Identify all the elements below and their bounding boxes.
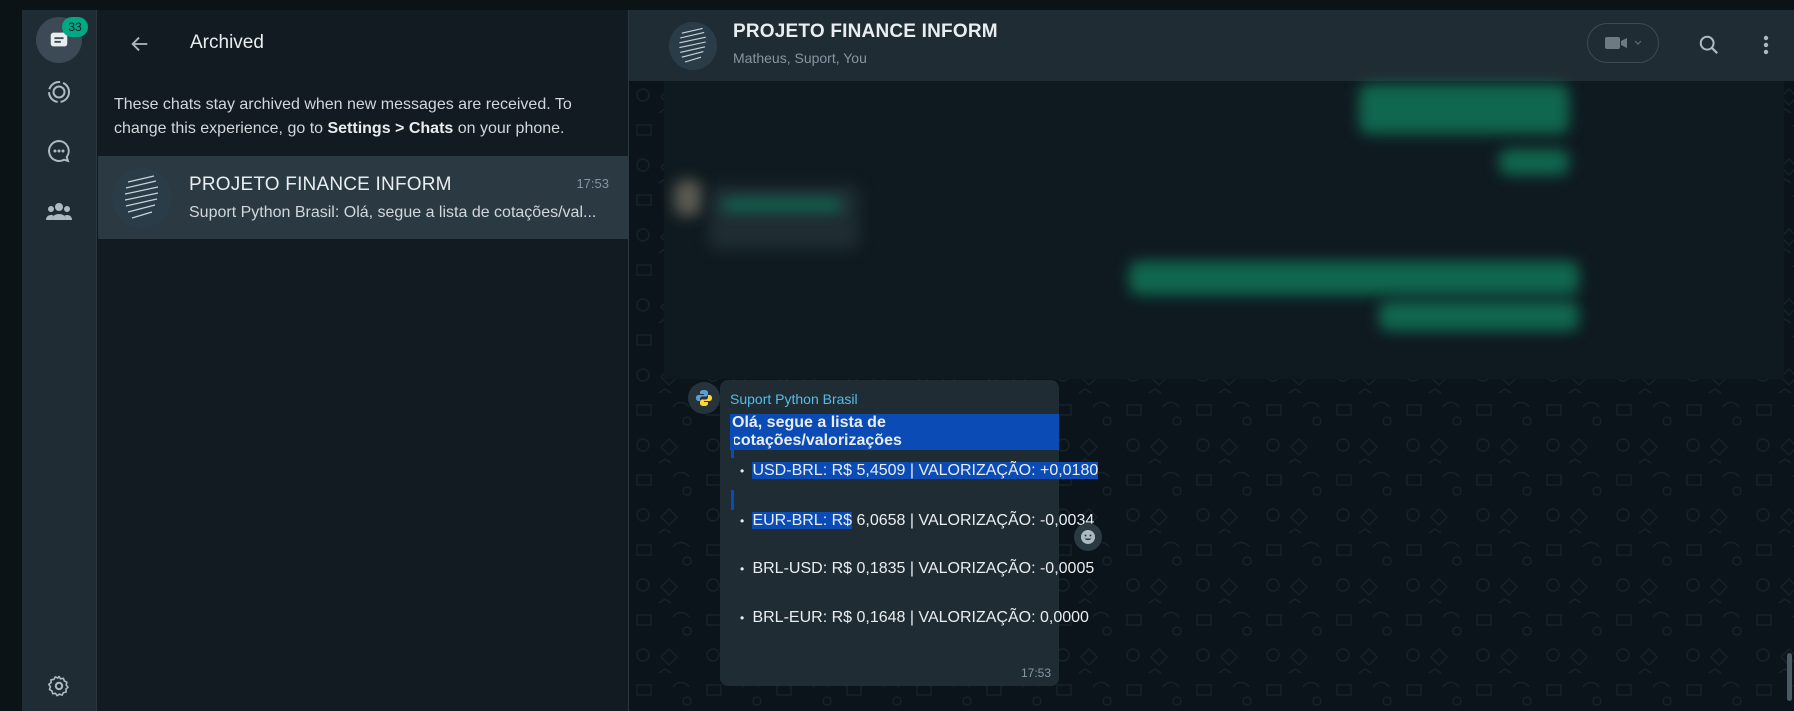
message-bubble[interactable]: Suport Python Brasil Olá, segue a lista …: [720, 380, 1099, 686]
info-separator: >: [390, 120, 409, 137]
channels-icon: [48, 139, 70, 163]
conversation-panel: PROJETO FINANCE INFORM Matheus, Suport, …: [629, 10, 1794, 711]
channels-button[interactable]: [36, 128, 82, 174]
search-button[interactable]: [1692, 28, 1726, 62]
chat-time: 17:53: [576, 176, 609, 191]
quote-line-brl-usd: • BRL-USD: R$ 0,1835 | VALORIZAÇÃO: -0,0…: [740, 560, 1094, 578]
blurred-message: [1379, 301, 1579, 331]
back-arrow-icon: [131, 36, 148, 52]
group-avatar-icon: [112, 168, 172, 228]
menu-button[interactable]: [1749, 28, 1783, 62]
communities-icon: [46, 203, 72, 220]
bullet: •: [740, 562, 745, 576]
status-button[interactable]: [36, 69, 82, 115]
navigation-rail: 33: [22, 10, 97, 711]
blurred-message: [1499, 149, 1569, 175]
unread-badge: 33: [62, 17, 88, 37]
archived-header: Archived: [98, 10, 629, 75]
conversation-title: PROJETO FINANCE INFORM: [733, 21, 998, 42]
quote-line-brl-eur: • BRL-EUR: R$ 0,1648 | VALORIZAÇÃO: 0,00…: [740, 609, 1089, 627]
conversation-avatar[interactable]: [669, 22, 717, 70]
settings-icon: [48, 675, 69, 697]
message-greeting: Olá, segue a lista de cotações/valorizaç…: [730, 414, 1059, 450]
video-camera-icon: [1605, 37, 1627, 49]
selection-marker: [731, 438, 734, 458]
blurred-text: [722, 199, 842, 211]
scrollbar[interactable]: [1787, 653, 1792, 701]
quote-text: BRL-EUR: R$ 0,1648 | VALORIZAÇÃO: 0,0000: [752, 609, 1089, 626]
chevron-down-icon: [1634, 40, 1642, 45]
bullet: •: [740, 514, 745, 528]
conversation-participants: Matheus, Suport, You: [733, 50, 867, 66]
communities-button[interactable]: [36, 188, 82, 234]
quote-text: USD-BRL: R$ 5,4509 | VALORIZAÇÃO: +0,018…: [752, 462, 1099, 479]
emoji-icon: [1081, 530, 1095, 544]
selection-marker: [731, 490, 734, 510]
settings-button[interactable]: [36, 663, 82, 709]
chat-preview: Suport Python Brasil: Olá, segue a lista…: [189, 204, 597, 221]
blurred-messages-area: [664, 81, 1784, 379]
blurred-message: [709, 185, 859, 249]
conversation-header[interactable]: PROJETO FINANCE INFORM Matheus, Suport, …: [629, 10, 1794, 81]
archived-title: Archived: [190, 32, 264, 53]
bullet: •: [740, 611, 745, 625]
back-button[interactable]: [126, 30, 154, 58]
blurred-message: [1359, 84, 1569, 134]
quote-line-usd-brl: • USD-BRL: R$ 5,4509 | VALORIZAÇÃO: +0,0…: [740, 462, 1099, 480]
chat-list-item[interactable]: PROJETO FINANCE INFORM 17:53 Suport Pyth…: [98, 156, 629, 239]
blurred-avatar: [674, 180, 702, 216]
info-suffix: on your phone.: [453, 120, 565, 137]
quote-line-eur-brl: • EUR-BRL: R$ 6,0658 | VALORIZAÇÃO: -0,0…: [740, 512, 1094, 530]
react-button[interactable]: [1074, 523, 1102, 551]
sender-avatar[interactable]: [688, 382, 720, 414]
quote-text-rest: 6,0658 | VALORIZAÇÃO: -0,0034: [852, 512, 1095, 529]
info-settings: Settings: [327, 120, 391, 137]
group-avatar-icon: [669, 22, 717, 70]
quote-text: BRL-USD: R$ 0,1835 | VALORIZAÇÃO: -0,000…: [752, 560, 1095, 577]
group-avatar: [112, 168, 172, 228]
archived-panel: Archived These chats stay archived when …: [98, 10, 629, 711]
video-call-button[interactable]: [1587, 23, 1659, 63]
python-logo-icon: [696, 390, 712, 406]
bullet: •: [740, 464, 745, 478]
quote-text-selected: EUR-BRL: R$: [752, 512, 853, 529]
chat-name: PROJETO FINANCE INFORM: [189, 174, 452, 195]
message-time: 17:53: [1020, 666, 1051, 680]
message-sender[interactable]: Suport Python Brasil: [730, 391, 858, 407]
archived-info-text: These chats stay archived when new messa…: [114, 93, 614, 141]
status-icon: [48, 81, 70, 103]
info-chats: Chats: [408, 120, 454, 137]
blurred-message: [1129, 261, 1579, 295]
more-vertical-icon: [1763, 35, 1769, 55]
app-frame: 33 Archived These chats stay archived wh…: [22, 10, 1794, 711]
whatsapp-app: 33 Archived These chats stay archived wh…: [0, 0, 1794, 711]
search-icon: [1699, 35, 1719, 55]
